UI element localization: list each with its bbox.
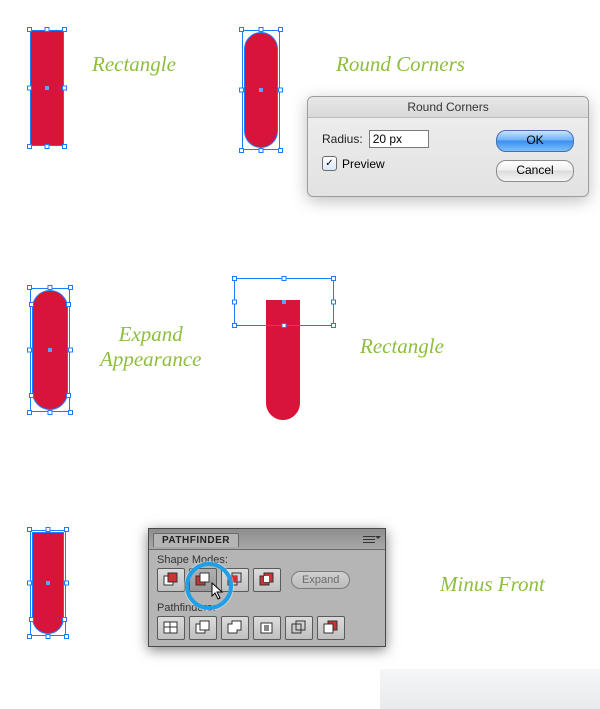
expanded-appearance-shape: [30, 288, 70, 412]
label-expand-appearance: ExpandAppearance: [100, 322, 201, 372]
round-corners-dialog: Round Corners Radius: ✓ Preview OK Cance…: [307, 96, 589, 197]
shape-mode-unite[interactable]: [157, 568, 185, 592]
shape-modes-label: Shape Modes:: [149, 550, 385, 568]
radius-label: Radius:: [322, 132, 363, 146]
minus-front-result-shape: [30, 530, 66, 636]
rectangle-selection-overlay: [234, 278, 334, 326]
pathfinder-crop[interactable]: [253, 616, 281, 640]
panel-menu-icon[interactable]: [361, 532, 381, 546]
grey-strip: [380, 669, 600, 709]
rectangle-shape-1: [30, 30, 64, 146]
dialog-title: Round Corners: [308, 97, 588, 118]
label-rectangle-2: Rectangle: [360, 334, 444, 359]
pathfinder-minus-back[interactable]: [317, 616, 345, 640]
pathfinders-label: Pathfinders:: [149, 598, 385, 616]
shape-mode-minus-front[interactable]: [189, 568, 217, 592]
pathfinder-outline[interactable]: [285, 616, 313, 640]
pathfinder-panel: PATHFINDER Shape Modes: Expand Pathfinde…: [148, 528, 386, 647]
pathfinder-trim[interactable]: [189, 616, 217, 640]
rounded-rectangle-shape: [242, 30, 280, 150]
label-minus-front: Minus Front: [440, 572, 545, 597]
label-rectangle-1: Rectangle: [92, 52, 176, 77]
shape-mode-exclude[interactable]: [253, 568, 281, 592]
label-round-corners: Round Corners: [336, 52, 465, 77]
radius-input[interactable]: [369, 130, 429, 148]
ok-button[interactable]: OK: [496, 130, 574, 152]
cancel-button[interactable]: Cancel: [496, 160, 574, 182]
preview-label: Preview: [342, 157, 385, 171]
expand-button[interactable]: Expand: [291, 571, 350, 589]
pathfinder-divide[interactable]: [157, 616, 185, 640]
preview-checkbox[interactable]: ✓: [322, 156, 337, 171]
pathfinder-tab[interactable]: PATHFINDER: [153, 533, 239, 547]
shape-mode-intersect[interactable]: [221, 568, 249, 592]
pathfinder-merge[interactable]: [221, 616, 249, 640]
